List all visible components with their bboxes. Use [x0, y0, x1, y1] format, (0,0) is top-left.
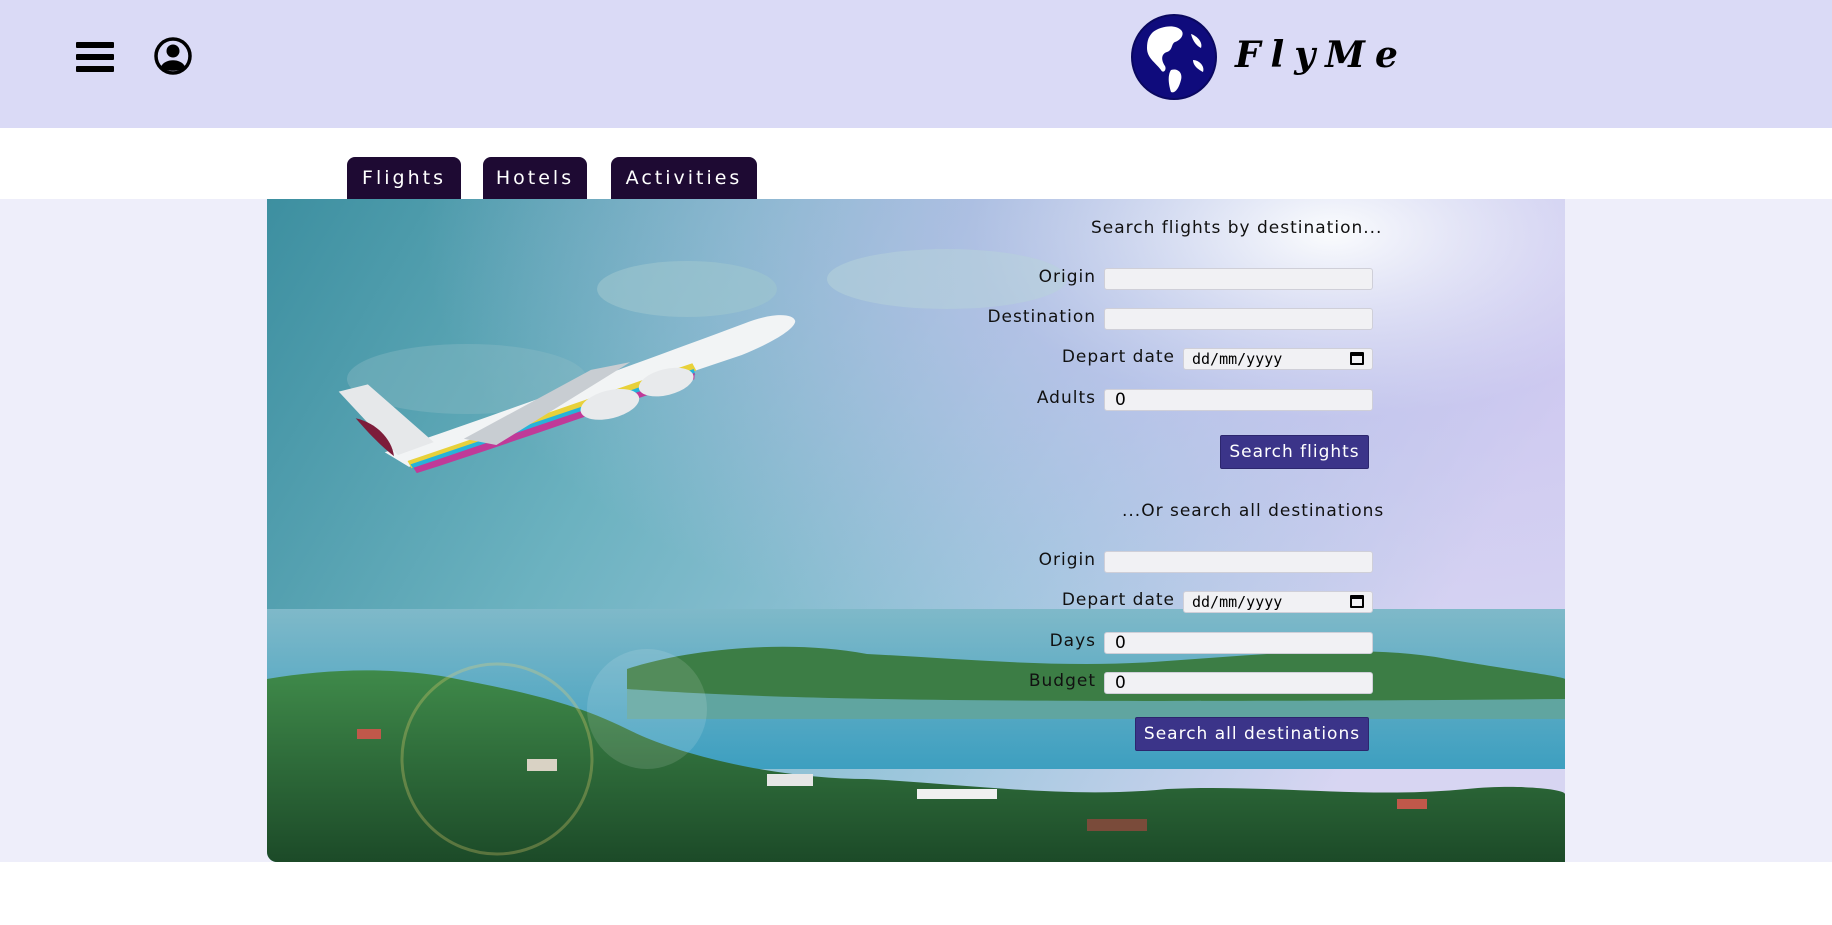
calendar-icon-2[interactable] [1350, 595, 1364, 608]
globe-icon [1131, 14, 1217, 100]
date-placeholder: dd/mm/yyyy [1192, 350, 1283, 368]
calendar-icon[interactable] [1350, 352, 1364, 365]
depart-date-input[interactable]: dd/mm/yyyy [1183, 348, 1373, 370]
flight-search-title: Search flights by destination... [1091, 218, 1383, 238]
tab-activities[interactable]: Activities [611, 157, 757, 200]
header-bar: FlyMe [0, 0, 1832, 128]
destination-input[interactable] [1104, 308, 1373, 330]
user-account-icon[interactable] [153, 36, 193, 76]
search-all-title: ...Or search all destinations [1122, 501, 1385, 521]
adults-input[interactable] [1104, 389, 1373, 411]
adults-label: Adults [1036, 388, 1096, 408]
budget-label: Budget [1028, 671, 1096, 691]
days-input[interactable] [1104, 632, 1373, 654]
hamburger-menu-icon[interactable] [76, 40, 114, 74]
destination-label: Destination [987, 307, 1096, 327]
depart-date-label: Depart date [1061, 347, 1175, 367]
hero-image [267, 199, 1565, 862]
date-placeholder-2: dd/mm/yyyy [1192, 593, 1283, 611]
origin-input[interactable] [1104, 268, 1373, 290]
brand-name: FlyMe [1235, 34, 1408, 76]
origin-label-2: Origin [1038, 550, 1096, 570]
tab-hotels[interactable]: Hotels [483, 157, 587, 200]
days-label: Days [1049, 631, 1096, 651]
search-all-destinations-button[interactable]: Search all destinations [1135, 717, 1369, 751]
tab-flights[interactable]: Flights [347, 157, 461, 200]
origin-input-2[interactable] [1104, 551, 1373, 573]
depart-date-input-2[interactable]: dd/mm/yyyy [1183, 591, 1373, 613]
origin-label: Origin [1038, 267, 1096, 287]
depart-date-label-2: Depart date [1061, 590, 1175, 610]
search-flights-button[interactable]: Search flights [1220, 435, 1369, 469]
budget-input[interactable] [1104, 672, 1373, 694]
